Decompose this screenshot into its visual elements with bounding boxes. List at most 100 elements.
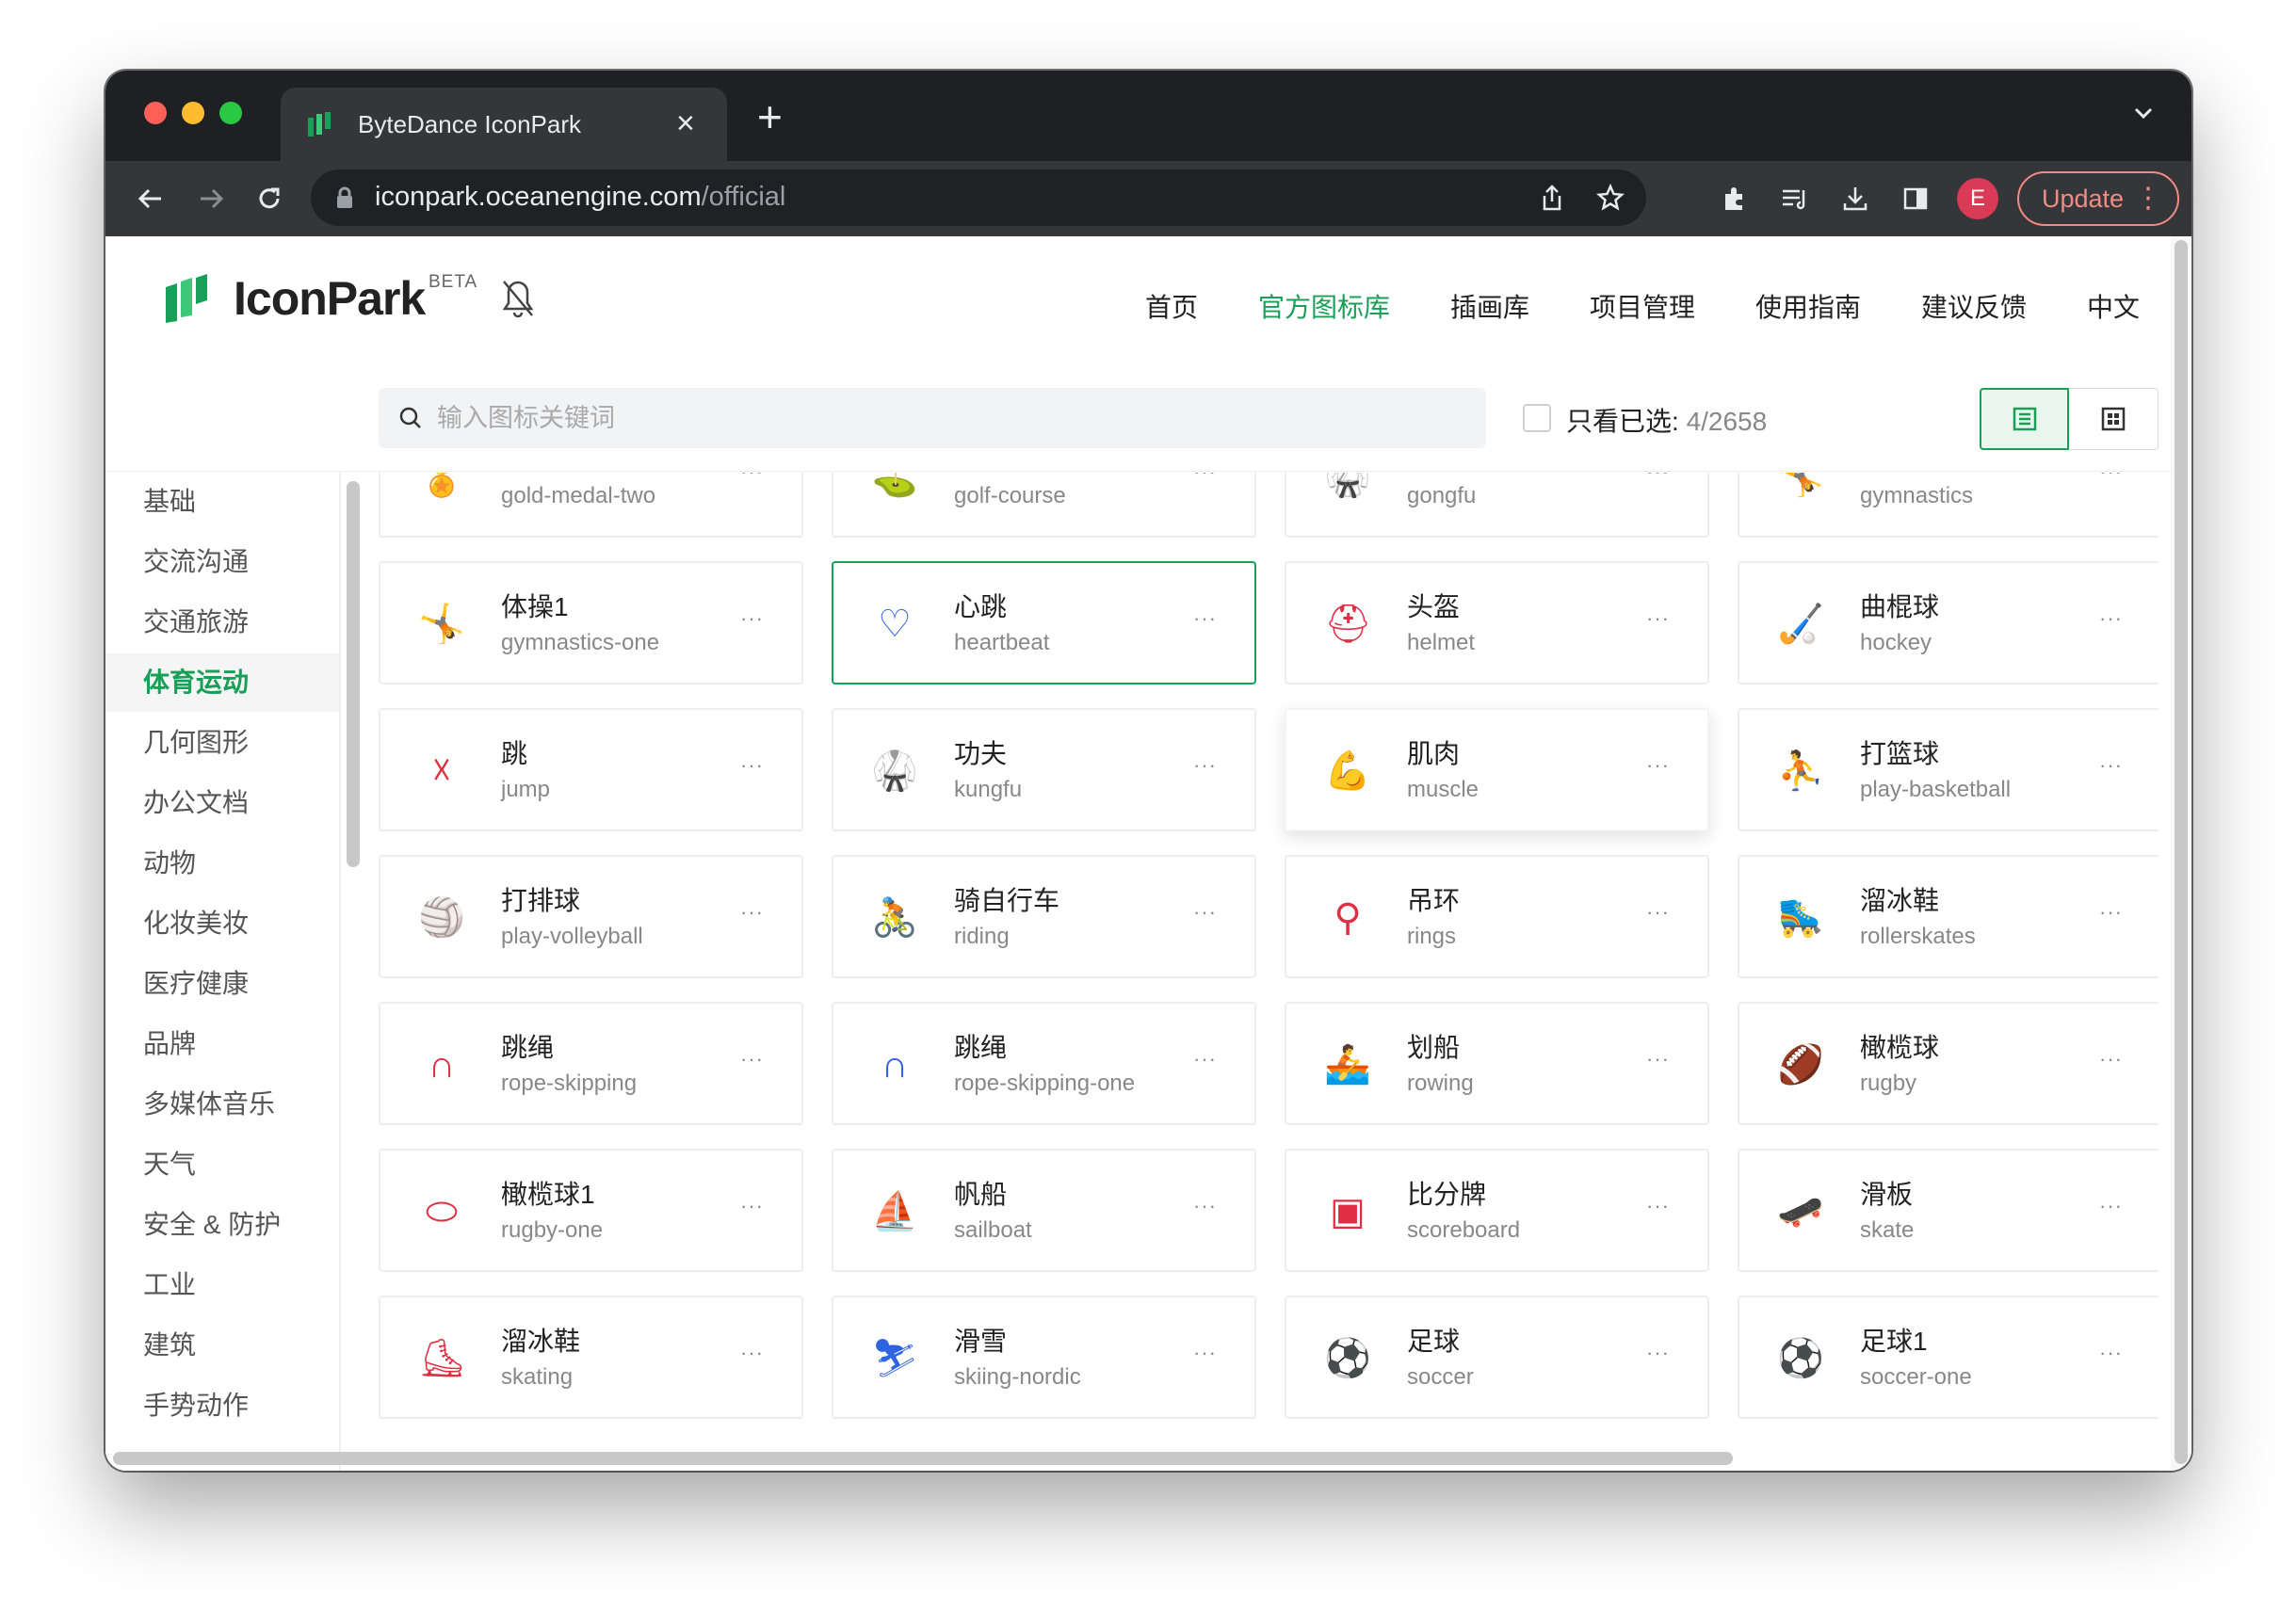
download-icon[interactable] bbox=[1835, 178, 1876, 219]
more-options-icon[interactable]: ··· bbox=[2099, 900, 2123, 925]
more-options-icon[interactable]: ··· bbox=[1193, 1047, 1217, 1071]
more-options-icon[interactable]: ··· bbox=[740, 900, 764, 925]
more-vertical-icon[interactable]: ⋮ bbox=[2134, 173, 2162, 224]
icon-card-play-basketball[interactable]: ⛹ 打篮球 play-basketball ··· bbox=[1738, 708, 2159, 831]
more-options-icon[interactable]: ··· bbox=[1646, 753, 1670, 778]
icon-card-muscle[interactable]: 💪 肌肉 muscle ··· bbox=[1285, 708, 1709, 831]
horizontal-scrollbar[interactable] bbox=[113, 1452, 1733, 1465]
only-selected-label[interactable]: 只看已选: 4/2658 bbox=[1566, 401, 1767, 439]
category-item[interactable]: 交流沟通 bbox=[105, 533, 339, 591]
category-item[interactable]: 品牌 bbox=[105, 1015, 339, 1073]
icon-card-kungfu[interactable]: 🥋 功夫 kungfu ··· bbox=[832, 708, 1256, 831]
icon-card-rowing[interactable]: 🚣 划船 rowing ··· bbox=[1285, 1002, 1709, 1125]
more-options-icon[interactable]: ··· bbox=[1193, 900, 1217, 925]
side-panel-icon[interactable] bbox=[1895, 178, 1936, 219]
nav-home[interactable]: 首页 bbox=[1145, 287, 1198, 325]
search-input[interactable] bbox=[437, 399, 1463, 437]
maximize-window-button[interactable] bbox=[219, 102, 242, 124]
back-button[interactable] bbox=[130, 178, 171, 219]
more-options-icon[interactable]: ··· bbox=[1646, 1047, 1670, 1071]
icon-card-rope-skipping[interactable]: ∩ 跳绳 rope-skipping ··· bbox=[379, 1002, 803, 1125]
icon-card-soccer[interactable]: ⚽ 足球 soccer ··· bbox=[1285, 1296, 1709, 1419]
category-item[interactable]: 基础 bbox=[105, 473, 339, 531]
only-selected-checkbox[interactable] bbox=[1523, 404, 1551, 432]
nav-illustrations[interactable]: 插画库 bbox=[1450, 287, 1529, 325]
icon-card-golf-course[interactable]: ⛳ golf-course ··· bbox=[832, 473, 1256, 538]
nav-feedback[interactable]: 建议反馈 bbox=[1921, 287, 2027, 325]
browser-tab[interactable]: ByteDance IconPark × bbox=[281, 88, 727, 161]
category-item[interactable]: 工业 bbox=[105, 1256, 339, 1314]
icon-card-rings[interactable]: ⚲ 吊环 rings ··· bbox=[1285, 855, 1709, 978]
profile-avatar[interactable]: E bbox=[1957, 178, 1998, 219]
search-box[interactable] bbox=[379, 388, 1486, 448]
more-options-icon[interactable]: ··· bbox=[2099, 1047, 2123, 1071]
icon-card-rope-skipping-one[interactable]: ∩ 跳绳 rope-skipping-one ··· bbox=[832, 1002, 1256, 1125]
more-options-icon[interactable]: ··· bbox=[1193, 1341, 1217, 1365]
icon-card-rugby-one[interactable]: ⬭ 橄榄球1 rugby-one ··· bbox=[379, 1149, 803, 1272]
category-item[interactable]: 多媒体音乐 bbox=[105, 1075, 339, 1134]
more-options-icon[interactable]: ··· bbox=[2099, 753, 2123, 778]
icon-card-helmet[interactable]: ⛑ 头盔 helmet ··· bbox=[1285, 561, 1709, 684]
icon-card-soccer-one[interactable]: ⚽ 足球1 soccer-one ··· bbox=[1738, 1296, 2159, 1419]
more-options-icon[interactable]: ··· bbox=[2099, 473, 2123, 484]
icon-card-scoreboard[interactable]: ▣ 比分牌 scoreboard ··· bbox=[1285, 1149, 1709, 1272]
update-button[interactable]: Update ⋮ bbox=[2017, 171, 2179, 226]
nav-language[interactable]: 中文 bbox=[2087, 287, 2140, 325]
icon-card-jump[interactable]: ☓ 跳 jump ··· bbox=[379, 708, 803, 831]
more-options-icon[interactable]: ··· bbox=[740, 606, 764, 631]
more-options-icon[interactable]: ··· bbox=[1193, 473, 1217, 484]
more-options-icon[interactable]: ··· bbox=[740, 1341, 764, 1365]
notification-bell-off-icon[interactable] bbox=[499, 278, 537, 319]
iconpark-logo[interactable]: IconPark bbox=[164, 272, 426, 325]
more-options-icon[interactable]: ··· bbox=[1193, 606, 1217, 631]
new-tab-button[interactable]: + bbox=[757, 95, 783, 138]
more-options-icon[interactable]: ··· bbox=[740, 1194, 764, 1218]
page-scrollbar[interactable] bbox=[2175, 240, 2188, 1464]
icon-card-skate[interactable]: 🛹 滑板 skate ··· bbox=[1738, 1149, 2159, 1272]
more-options-icon[interactable]: ··· bbox=[1646, 900, 1670, 925]
nav-official-icons[interactable]: 官方图标库 bbox=[1258, 287, 1390, 325]
category-item[interactable]: 化妆美妆 bbox=[105, 894, 339, 953]
forward-button[interactable] bbox=[190, 178, 232, 219]
media-queue-icon[interactable] bbox=[1774, 178, 1816, 219]
more-options-icon[interactable]: ··· bbox=[2099, 1341, 2123, 1365]
category-item[interactable]: 动物 bbox=[105, 834, 339, 893]
share-icon[interactable] bbox=[1535, 181, 1569, 215]
category-item[interactable]: 天气 bbox=[105, 1135, 339, 1194]
more-options-icon[interactable]: ··· bbox=[740, 1047, 764, 1071]
grid-view-button[interactable] bbox=[2069, 388, 2159, 450]
more-options-icon[interactable]: ··· bbox=[1646, 1341, 1670, 1365]
minimize-window-button[interactable] bbox=[182, 102, 204, 124]
more-options-icon[interactable]: ··· bbox=[740, 753, 764, 778]
more-options-icon[interactable]: ··· bbox=[1646, 606, 1670, 631]
extensions-puzzle-icon[interactable] bbox=[1714, 178, 1755, 219]
category-item[interactable]: 几何图形 bbox=[105, 714, 339, 772]
icon-card-gold-medal-two[interactable]: 🏅 gold-medal-two ··· bbox=[379, 473, 803, 538]
tab-close-icon[interactable]: × bbox=[676, 105, 695, 142]
more-options-icon[interactable]: ··· bbox=[1646, 473, 1670, 484]
more-options-icon[interactable]: ··· bbox=[1193, 753, 1217, 778]
address-bar[interactable]: iconpark.oceanengine.com/official bbox=[311, 169, 1646, 226]
icon-card-heartbeat[interactable]: ♡ 心跳 heartbeat ··· bbox=[832, 561, 1256, 684]
icon-card-rollerskates[interactable]: 🛼 溜冰鞋 rollerskates ··· bbox=[1738, 855, 2159, 978]
more-options-icon[interactable]: ··· bbox=[2099, 1194, 2123, 1218]
icon-card-hockey[interactable]: 🏑 曲棍球 hockey ··· bbox=[1738, 561, 2159, 684]
nav-project-management[interactable]: 项目管理 bbox=[1590, 287, 1695, 325]
more-options-icon[interactable]: ··· bbox=[1646, 1194, 1670, 1218]
close-window-button[interactable] bbox=[144, 102, 167, 124]
nav-user-guide[interactable]: 使用指南 bbox=[1755, 287, 1861, 325]
category-item-active[interactable]: 体育运动 bbox=[105, 653, 339, 712]
category-item[interactable]: 手势动作 bbox=[105, 1377, 339, 1435]
category-item[interactable]: 医疗健康 bbox=[105, 955, 339, 1013]
more-options-icon[interactable]: ··· bbox=[2099, 606, 2123, 631]
icon-card-rugby[interactable]: 🏈 橄榄球 rugby ··· bbox=[1738, 1002, 2159, 1125]
category-item[interactable]: 办公文档 bbox=[105, 774, 339, 832]
category-item[interactable]: 安全 & 防护 bbox=[105, 1196, 339, 1254]
more-options-icon[interactable]: ··· bbox=[1193, 1194, 1217, 1218]
category-item[interactable]: 建筑 bbox=[105, 1316, 339, 1375]
tab-search-chevron-icon[interactable] bbox=[2129, 99, 2158, 127]
sidebar-scrollbar[interactable] bbox=[347, 481, 360, 867]
icon-card-gymnastics-one[interactable]: 🤸 体操1 gymnastics-one ··· bbox=[379, 561, 803, 684]
more-options-icon[interactable]: ··· bbox=[740, 473, 764, 484]
reload-button[interactable] bbox=[249, 178, 290, 219]
